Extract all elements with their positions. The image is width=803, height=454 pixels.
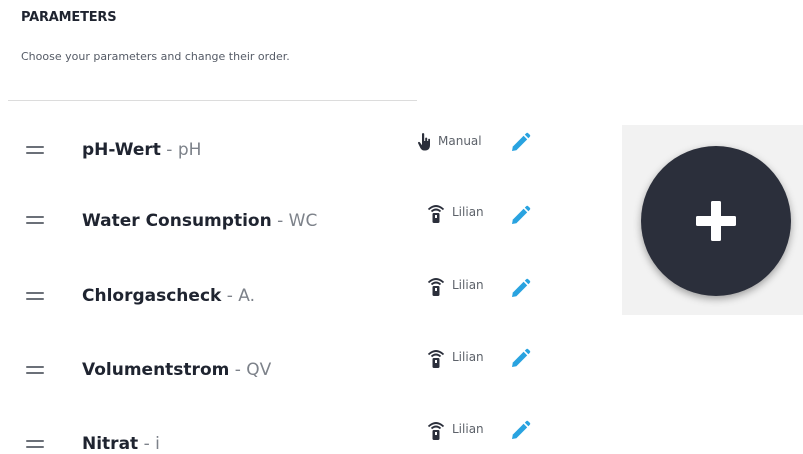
list-item[interactable]: Volumentstrom - QV Lilian <box>0 348 560 388</box>
drag-handle-icon[interactable] <box>26 216 44 225</box>
parameter-source: Lilian <box>427 348 517 368</box>
parameter-source-label: Lilian <box>452 422 484 436</box>
pencil-icon[interactable] <box>509 205 531 227</box>
wireless-sensor-icon <box>427 205 445 223</box>
parameter-code: QV <box>246 360 272 380</box>
parameter-label: Chlorgascheck - A. <box>82 286 255 306</box>
parameters-panel: PARAMETERS Choose your parameters and ch… <box>0 0 803 454</box>
pencil-icon[interactable] <box>509 278 531 300</box>
parameter-name: Nitrat <box>82 434 139 454</box>
parameter-source: Manual <box>416 132 506 152</box>
pencil-icon[interactable] <box>509 348 531 370</box>
fab-panel <box>622 125 803 315</box>
parameter-name: Water Consumption <box>82 211 272 231</box>
parameter-source-label: Lilian <box>452 278 484 292</box>
parameter-separator: - <box>160 140 178 160</box>
list-item[interactable]: Water Consumption - WC Lilian <box>0 203 560 243</box>
pencil-icon[interactable] <box>509 420 531 442</box>
parameter-code: i <box>155 434 160 454</box>
wireless-sensor-icon <box>427 422 445 440</box>
add-parameter-button[interactable] <box>641 146 791 296</box>
wireless-sensor-icon <box>427 350 445 368</box>
parameter-separator: - <box>271 211 289 231</box>
list-item[interactable]: Nitrat - i Lilian <box>0 420 560 454</box>
list-item[interactable]: pH-Wert - pH Manual <box>0 130 560 170</box>
parameter-source-label: Manual <box>438 134 482 148</box>
drag-handle-icon[interactable] <box>26 440 44 449</box>
parameter-name: Chlorgascheck <box>82 286 222 306</box>
parameter-label: Water Consumption - WC <box>82 211 317 231</box>
parameter-name: Volumentstrom <box>82 360 230 380</box>
parameter-label: Volumentstrom - QV <box>82 360 271 380</box>
parameter-source: Lilian <box>427 420 517 440</box>
parameter-separator: - <box>221 286 239 306</box>
pencil-icon[interactable] <box>509 132 531 154</box>
parameter-source-label: Lilian <box>452 350 484 364</box>
wireless-sensor-icon <box>427 278 445 296</box>
plus-icon <box>696 201 736 241</box>
parameter-code: A. <box>238 286 256 306</box>
parameter-source-label: Lilian <box>452 205 484 219</box>
parameter-separator: - <box>138 434 156 454</box>
parameter-code: pH <box>177 140 202 160</box>
parameter-source: Lilian <box>427 276 517 296</box>
parameter-label: pH-Wert - pH <box>82 140 201 160</box>
parameter-code: WC <box>288 211 318 231</box>
drag-handle-icon[interactable] <box>26 366 44 375</box>
hand-pointer-icon <box>417 133 430 151</box>
parameter-list: pH-Wert - pH Manual Water Consumption - … <box>0 0 560 454</box>
parameter-separator: - <box>229 360 247 380</box>
parameter-name: pH-Wert <box>82 140 161 160</box>
parameter-label: Nitrat - i <box>82 434 160 454</box>
drag-handle-icon[interactable] <box>26 292 44 301</box>
list-item[interactable]: Chlorgascheck - A. Lilian <box>0 276 560 316</box>
parameter-source: Lilian <box>427 203 517 223</box>
drag-handle-icon[interactable] <box>26 146 44 155</box>
